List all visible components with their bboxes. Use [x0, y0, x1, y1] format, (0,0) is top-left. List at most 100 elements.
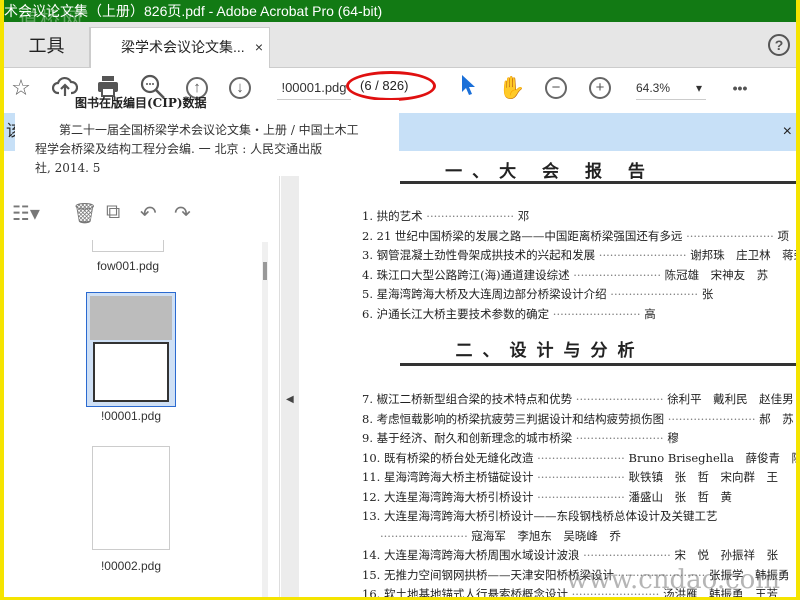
chevron-down-icon: ▾ — [695, 81, 702, 95]
zoom-value: 64.3% — [636, 81, 671, 95]
toc-leader: ························ — [533, 450, 625, 465]
tab-bar: 工具 梁学术会议论文集... × ? — [4, 22, 796, 69]
toc-title: 16. 软土地基地锚式人行悬索桥概念设计 — [362, 587, 568, 597]
toc-leader: ························ — [533, 470, 625, 484]
toc-entry[interactable]: 4. 珠江口大型公路跨江(海)通道建设综述 ··················… — [362, 267, 796, 283]
tab-document-label: 梁学术会议论文集... — [121, 39, 245, 55]
thumbnail-page-selected[interactable] — [86, 292, 176, 407]
tab-tools[interactable]: 工具 — [4, 27, 90, 68]
thumbnail-options-icon[interactable]: ☷▾ — [12, 201, 40, 226]
toc-title: 5. 星海湾跨海大桥及大连周边部分桥梁设计介绍 — [362, 287, 607, 301]
more-tools-icon[interactable]: ••• — [726, 74, 754, 102]
popup-line: 程学会桥梁及结构工程分会编. 一 北京 : 人民交通出版 — [35, 142, 323, 156]
toc-leader: ························ — [572, 392, 664, 406]
hand-tool-icon[interactable]: ✋ — [498, 74, 526, 102]
zoom-out-icon[interactable]: − — [545, 77, 567, 99]
toc-title: 13. 大连星海湾跨海大桥引桥设计——东段钢栈桥总体设计及关键工艺 — [362, 509, 718, 523]
toc-entry[interactable]: 10. 既有桥梁的桥台处无缝化改造 ······················… — [362, 450, 796, 466]
toc-leader: ························ — [569, 267, 661, 282]
toc-entry[interactable]: 9. 基于经济、耐久和创新理念的城市桥梁 ···················… — [362, 430, 796, 446]
toc-entry[interactable]: 8. 考虑恒载影响的桥梁抗疲劳三判据设计和结构疲劳损伤图 ···········… — [362, 411, 796, 427]
section-rule — [400, 181, 796, 184]
title-bar: 术会议论文集（上册）826页.pdf - Adobe Acrobat Pro (… — [4, 0, 796, 30]
toc-title: 10. 既有桥梁的桥台处无缝化改造 — [362, 450, 534, 465]
toc-entry[interactable]: 2. 21 世纪中国桥梁的发展之路——中国距离桥梁强国还有多远 ········… — [362, 228, 796, 244]
toc-leader: ························ — [579, 548, 671, 562]
toc-leader: ························ — [595, 248, 687, 262]
toc-authors: 陈冠雄 宋神友 苏 — [664, 267, 769, 282]
thumbnail-page[interactable] — [92, 446, 170, 550]
popup-heading: 图书在版编目(CIP)数据 — [75, 96, 207, 110]
toc-authors: 寇海军 李旭东 吴晓峰 乔 — [471, 528, 621, 543]
redo-icon[interactable]: ↷ — [174, 201, 191, 226]
toc-entry[interactable]: 12. 大连星海湾跨海大桥引桥设计 ······················… — [362, 489, 796, 505]
toc-authors: 邓 — [517, 209, 530, 223]
toc-authors: 谢邦珠 庄卫林 蒋劲松 牟 — [690, 248, 796, 262]
toc-title: 14. 大连星海湾跨海大桥周围水域设计波浪 — [362, 548, 580, 562]
toc-entry[interactable]: 11. 星海湾跨海大桥主桥锚碇设计 ······················… — [362, 469, 796, 485]
close-tab-icon[interactable]: × — [255, 28, 263, 66]
toc-leader: ························ — [572, 431, 664, 445]
toc-title: 9. 基于经济、耐久和创新理念的城市桥梁 — [362, 431, 573, 445]
page-count: (6 / 826) — [360, 78, 409, 93]
toc-title: 3. 钢管混凝土劲性骨架成拱技术的兴起和发展 — [362, 248, 596, 262]
toc-leader: ························ — [549, 306, 641, 321]
toc-title: 8. 考虑恒载影响的桥梁抗疲劳三判据设计和结构疲劳损伤图 — [362, 411, 665, 426]
section-heading: 二、设计与分析 — [455, 341, 645, 361]
collapse-arrow-icon[interactable]: ◀ — [286, 394, 294, 405]
toc-authors: 张 — [701, 287, 714, 301]
help-icon[interactable]: ? — [768, 34, 790, 56]
toc-authors: 宋 悦 孙振祥 张 — [674, 548, 779, 562]
toc-entry[interactable]: 1. 拱的艺术 ························ 邓 — [362, 208, 796, 224]
toc-entry[interactable]: 5. 星海湾跨海大桥及大连周边部分桥梁设计介绍 ················… — [362, 286, 796, 302]
toc-entry[interactable]: ························ 寇海军 李旭东 吴晓峰 乔 — [380, 528, 796, 544]
toc-entry[interactable]: 13. 大连星海湾跨海大桥引桥设计——东段钢栈桥总体设计及关键工艺 — [362, 508, 796, 524]
toc-authors: 穆 — [667, 431, 679, 445]
toc-title: 1. 拱的艺术 — [362, 209, 423, 223]
zoom-select[interactable]: 64.3% ▾ — [636, 76, 706, 100]
toc-title: 6. 沪通长江大桥主要技术参数的确定 — [362, 306, 550, 321]
undo-icon[interactable]: ↶ — [140, 201, 157, 226]
bookmark-star-icon[interactable]: ☆ — [7, 74, 35, 102]
toc-authors: 郝 苏 陈 — [759, 411, 796, 426]
toc-title: 11. 星海湾跨海大桥主桥锚碇设计 — [362, 470, 534, 484]
thumbnail-label: !00002.pdg — [100, 559, 162, 573]
toc-title: 7. 椒江二桥新型组合梁的技术特点和优势 — [362, 392, 573, 406]
tab-document[interactable]: 梁学术会议论文集... × — [90, 27, 270, 69]
select-cursor-icon[interactable] — [454, 74, 482, 102]
toc-authors: 高 — [644, 306, 656, 321]
thumbnail-page[interactable] — [92, 240, 164, 252]
site-watermark: www.cndao.com — [566, 565, 780, 595]
toc-entry[interactable]: 6. 沪通长江大桥主要技术参数的确定 ·····················… — [362, 306, 796, 322]
popup-line: 社, 2014. 5 — [35, 161, 101, 175]
close-notice-icon[interactable]: × — [783, 113, 792, 151]
toc-entry[interactable]: 14. 大连星海湾跨海大桥周围水域设计波浪 ··················… — [362, 547, 796, 563]
thumbnail-scrollbar[interactable] — [262, 242, 268, 597]
toc-authors: 徐利平 戴利民 赵佳男 郭 — [667, 392, 796, 406]
toc-authors: 潘盛山 张 哲 黄 — [628, 489, 733, 504]
toc-entry[interactable]: 3. 钢管混凝土劲性骨架成拱技术的兴起和发展 ·················… — [362, 247, 796, 263]
toc-title: 2. 21 世纪中国桥梁的发展之路——中国距离桥梁强国还有多远 — [362, 228, 683, 243]
delete-page-icon[interactable]: 🗑 — [72, 201, 97, 226]
document-page: 一、大 会 报 告 1. 拱的艺术 ······················… — [300, 151, 796, 597]
toc-leader: ························ — [533, 489, 625, 504]
extract-page-icon[interactable]: ⧉ — [106, 201, 120, 224]
toc-authors: Bruno Briseghella 薛俊青 陈宝春 庄 — [628, 450, 797, 465]
toc-authors: 耿铁镇 张 哲 宋向群 王 — [628, 470, 779, 484]
thumbnail-label: fow001.pdg — [96, 259, 160, 273]
toc-leader: ························ — [606, 287, 699, 301]
toc-entry[interactable]: 7. 椒江二桥新型组合梁的技术特点和优势 ···················… — [362, 391, 796, 407]
popup-line: 第二十一届全国桥梁学术会议论文集・上册 / 中国土木工 — [59, 123, 359, 137]
zoom-in-icon[interactable]: + — [589, 77, 611, 99]
toc-title: 4. 珠江口大型公路跨江(海)通道建设综述 — [362, 267, 570, 282]
toc-leader: ························ — [422, 209, 515, 223]
toc-leader: ························ — [664, 411, 756, 426]
toc-leader: ························ — [380, 528, 468, 543]
cip-popup: 图书在版编目(CIP)数据 第二十一届全国桥梁学术会议论文集・上册 / 中国土木… — [15, 96, 399, 176]
toc-leader: ························ — [682, 228, 774, 243]
thumbnail-label: !00001.pdg — [100, 409, 162, 423]
acrobat-window: 术会议论文集（上册）826页.pdf - Adobe Acrobat Pro (… — [4, 0, 796, 597]
panel-splitter[interactable]: ◀ — [281, 176, 299, 597]
toc-authors: 项 — [777, 228, 789, 243]
section-rule — [400, 363, 796, 366]
